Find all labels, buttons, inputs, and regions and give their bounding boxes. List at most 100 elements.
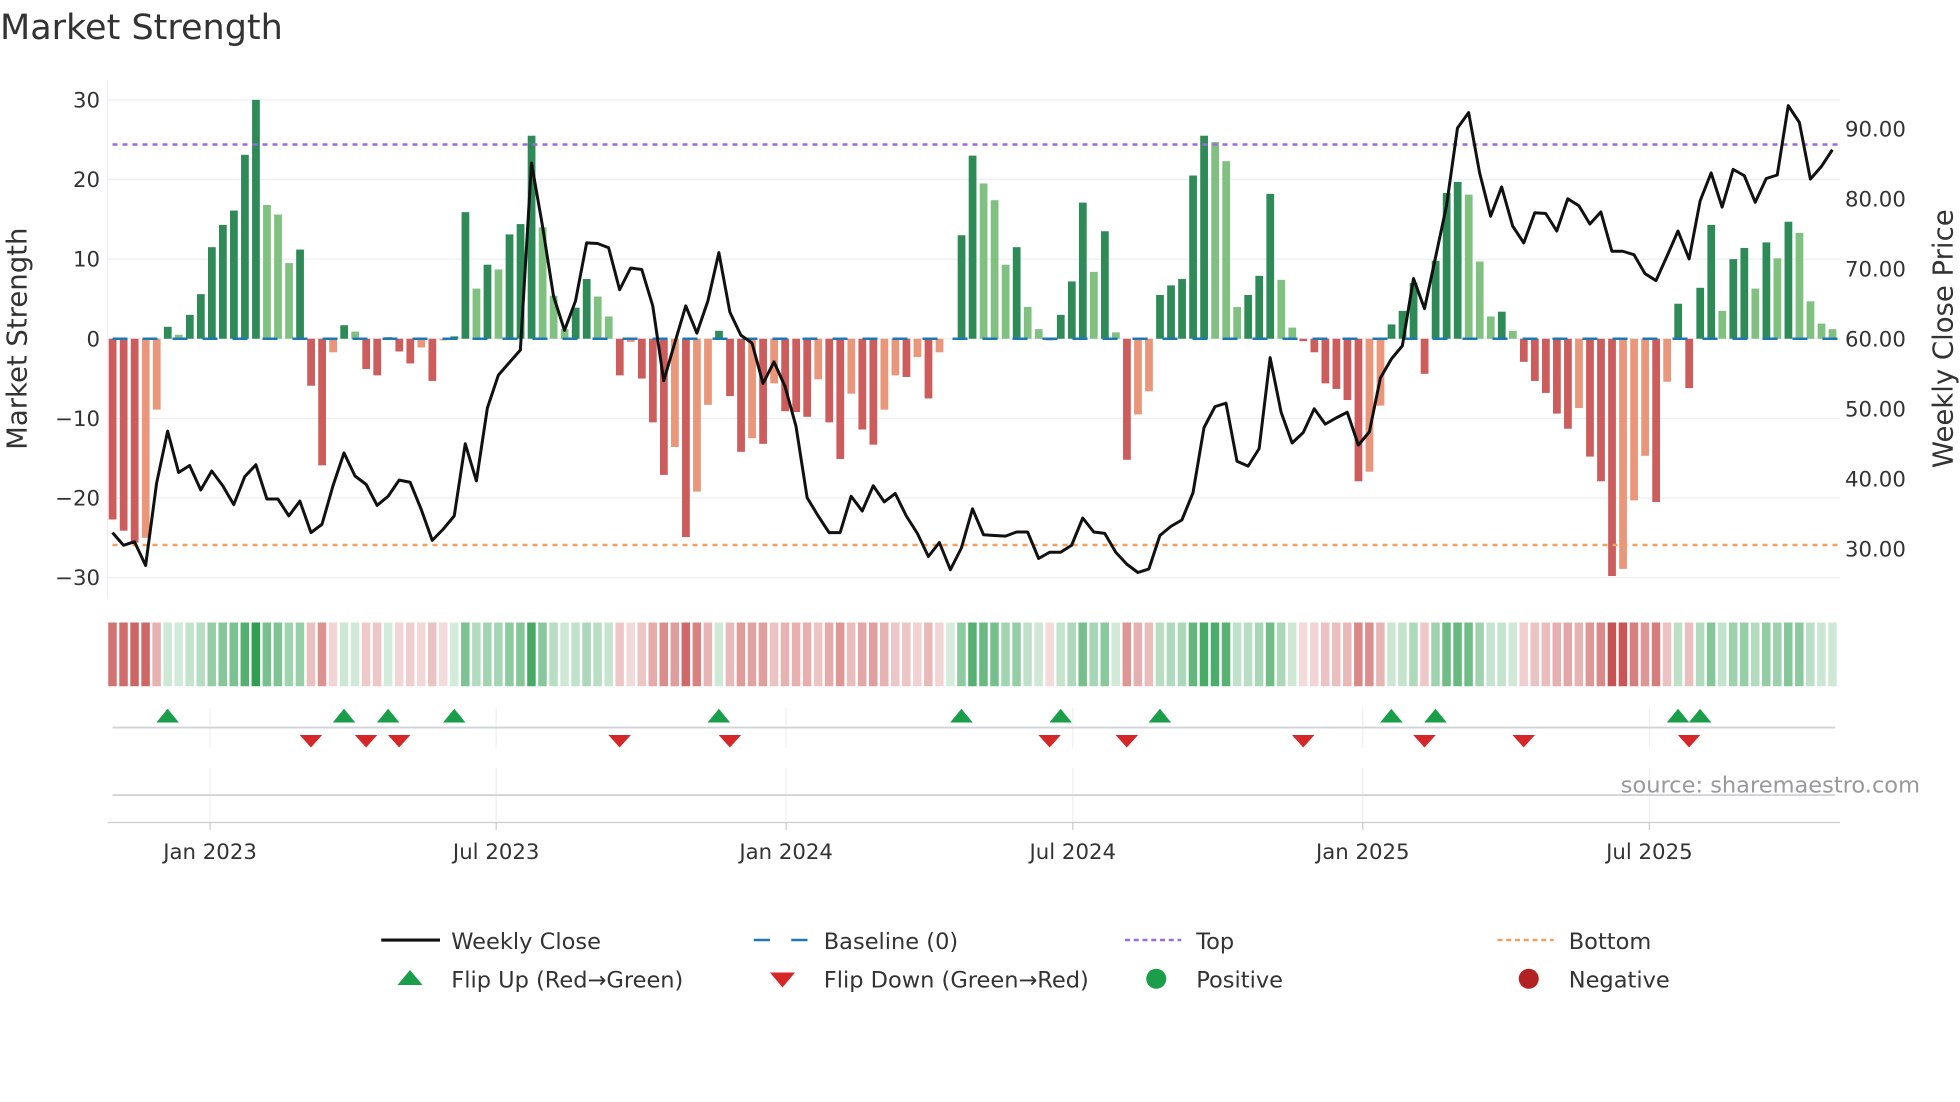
bar-negative (858, 338, 867, 430)
heat-cell (1585, 622, 1595, 687)
y-tick-label: −30 (55, 566, 100, 591)
flip-up-marker (156, 708, 179, 723)
heat-cell (549, 622, 558, 687)
heat-cell (1486, 622, 1495, 687)
heat-cell (439, 622, 448, 687)
heat-cell (1706, 622, 1716, 687)
heat-cell (681, 622, 691, 687)
bar-negative (648, 338, 657, 423)
bar-positive (296, 249, 304, 339)
x-tick-label: Jan 2023 (161, 840, 257, 865)
legend: Weekly Close Baseline (0) Top Bottom Flip Up… (381, 929, 1670, 994)
bar-negative (152, 338, 161, 410)
bar-negative (1310, 338, 1319, 353)
legend-item-baseline: Baseline (0) (753, 929, 958, 955)
flip-down-marker (299, 735, 323, 748)
heat-cell (946, 622, 955, 687)
heat-cell (637, 622, 646, 687)
bar-positive (1795, 232, 1804, 339)
y2-tick-label: 30.00 (1845, 537, 1906, 562)
heat-cell (725, 622, 735, 687)
heat-cell (1662, 622, 1672, 687)
bar-negative (847, 338, 856, 394)
bar-negative (318, 338, 326, 466)
heat-cell (295, 622, 305, 687)
bar-negative (1354, 338, 1363, 482)
bar-positive (1266, 193, 1275, 339)
heat-cell (560, 622, 569, 687)
bar-negative (1134, 338, 1142, 415)
heat-cell (747, 622, 757, 687)
heat-cell (758, 622, 768, 687)
heat-cell (317, 622, 327, 687)
heat-cell (1089, 622, 1098, 687)
heat-cell (1199, 622, 1209, 687)
heat-cell (846, 622, 856, 687)
flip-markers-panel (112, 707, 1835, 823)
strength-heat-strip (108, 622, 1837, 687)
heat-cell (196, 622, 205, 687)
flip-down-marker (387, 735, 411, 748)
y-axis-right: 30.00 40.00 50.00 60.00 70.00 80.00 90.00 (1845, 117, 1906, 562)
bar-negative (935, 338, 944, 353)
bar-negative (417, 338, 426, 348)
heat-cell (979, 622, 988, 687)
heat-cell (703, 622, 713, 687)
heat-cell (1497, 622, 1506, 687)
flip-up-marker (1148, 708, 1172, 723)
legend-label: Flip Down (Green→Red) (824, 968, 1089, 994)
heat-cell (427, 622, 437, 687)
heat-cell (1817, 622, 1826, 687)
strength-bars (108, 99, 1837, 577)
bar-positive (1200, 135, 1208, 339)
heat-cell (835, 622, 845, 687)
bar-negative (869, 338, 878, 445)
heat-cell (1508, 622, 1517, 687)
heat-cell (902, 622, 911, 687)
heat-cell (968, 622, 977, 687)
bar-positive (1012, 247, 1021, 339)
heat-cell (461, 622, 470, 687)
bar-negative (814, 338, 823, 380)
triangle-up-icon (397, 970, 423, 985)
bar-negative (1553, 338, 1561, 414)
bar-negative (759, 338, 767, 444)
heat-cell (736, 622, 746, 687)
bar-positive (1740, 247, 1749, 339)
bar-negative (329, 338, 337, 353)
bar-negative (1542, 338, 1550, 393)
bar-positive (1244, 294, 1253, 339)
bar-positive (1828, 329, 1837, 339)
bar-positive (163, 326, 172, 339)
legend-item-bottom: Bottom (1497, 929, 1651, 955)
bar-positive (1167, 285, 1175, 339)
heat-cell (1100, 622, 1109, 687)
bar-positive (1067, 281, 1076, 339)
heat-cell (1795, 622, 1804, 687)
heat-cell (1464, 622, 1473, 687)
heat-cell (394, 622, 404, 687)
bar-positive (1751, 288, 1760, 339)
bar-negative (1299, 338, 1308, 342)
flip-down-marker (1512, 735, 1535, 748)
legend-item-flipup: Flip Up (Red→Green) (397, 968, 683, 994)
heat-cell (1784, 622, 1793, 687)
bar-positive (1056, 314, 1065, 339)
bar-positive (252, 99, 260, 339)
y-tick-label: 20 (73, 168, 100, 193)
bar-positive (1464, 194, 1473, 339)
bar-negative (395, 338, 404, 352)
legend-item-flipdown: Flip Down (Green→Red) (770, 968, 1089, 994)
x-tick-label: Jul 2023 (451, 840, 539, 865)
bar-positive (1707, 224, 1716, 339)
heat-cell (1409, 622, 1418, 687)
heat-cell (714, 622, 724, 687)
bar-positive (196, 294, 205, 339)
heat-cell (472, 622, 481, 687)
heat-cell (1001, 622, 1010, 687)
heat-cell (1773, 622, 1782, 687)
bar-positive (1001, 264, 1010, 339)
heat-cell (483, 622, 492, 687)
y2-tick-label: 80.00 (1845, 187, 1906, 212)
heat-cell (1254, 622, 1264, 687)
